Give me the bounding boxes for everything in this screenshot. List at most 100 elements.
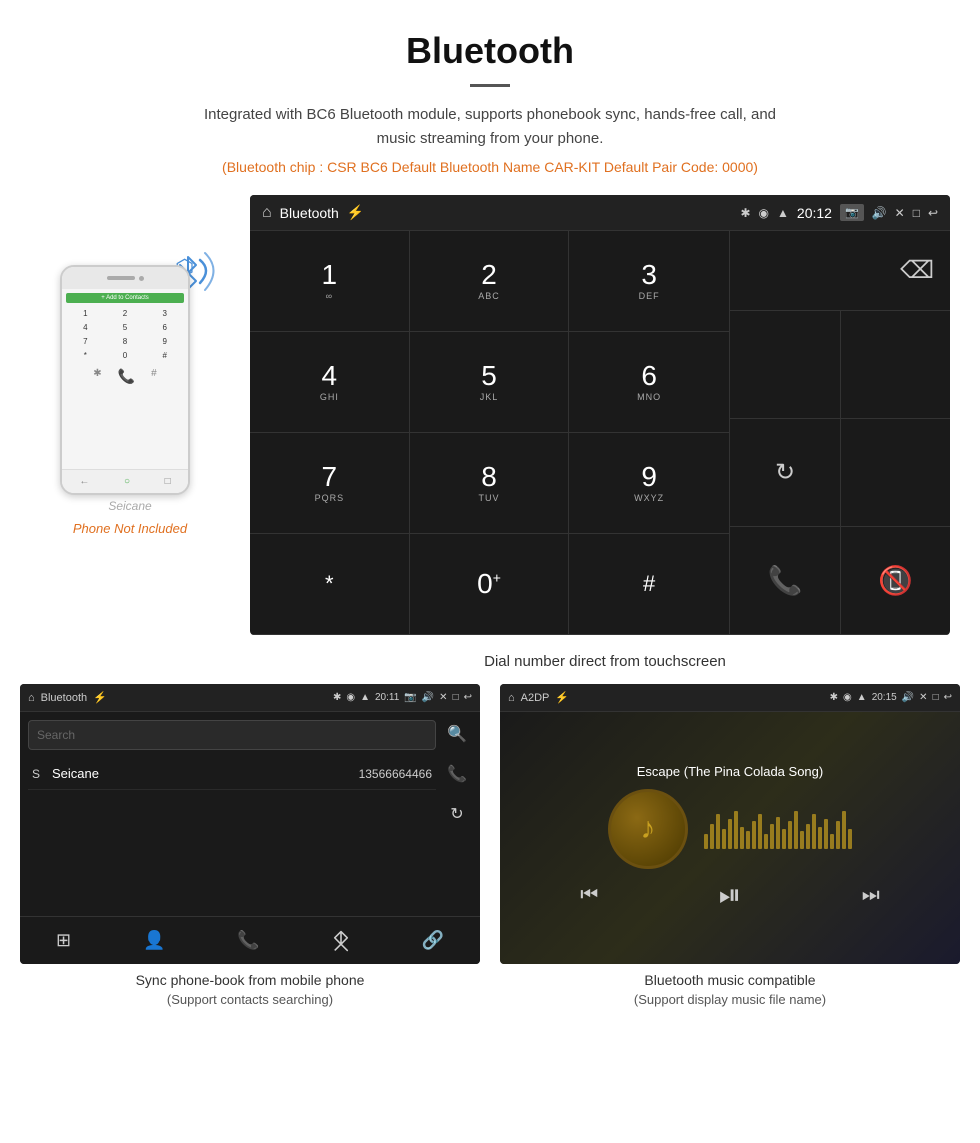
next-button[interactable]: ⏭ <box>862 884 880 907</box>
reload-action-icon[interactable]: ↻ <box>450 804 463 824</box>
phonebook-bt-bottom-icon[interactable] <box>332 930 350 952</box>
music-bar <box>800 831 804 849</box>
music-vol-icon[interactable]: 🔊 <box>902 692 914 703</box>
dialer-keypad: 1 ∞ 2 ABC 3 DEF 4 GHI <box>250 231 730 635</box>
music-bar <box>836 821 840 849</box>
home-icon[interactable]: ⌂ <box>262 204 272 222</box>
contact-letter: S <box>32 767 46 781</box>
screen-icon[interactable]: □ <box>913 206 920 220</box>
seicane-watermark: Seicane <box>108 499 151 513</box>
call-action-icon[interactable]: 📞 <box>447 764 467 784</box>
play-pause-button[interactable]: ⏯ <box>719 879 741 912</box>
phone-mockup: ⬡ + Add to Contacts <box>50 235 210 495</box>
close-icon[interactable]: ✕ <box>895 206 905 220</box>
dial-key-3[interactable]: 3 DEF <box>569 231 729 332</box>
phone-key-2: 2 <box>106 307 145 320</box>
dial-key-7[interactable]: 7 PQRS <box>250 433 410 534</box>
phonebook-caption: Sync phone-book from mobile phone <box>20 964 480 992</box>
phonebook-contacts-icon[interactable]: 👤 <box>143 930 165 951</box>
music-bar <box>812 814 816 849</box>
page-description: Integrated with BC6 Bluetooth module, su… <box>190 103 790 151</box>
dial-caption: Dial number direct from touchscreen <box>230 645 980 684</box>
call-button-red[interactable]: 📵 <box>840 527 950 635</box>
dial-key-4[interactable]: 4 GHI <box>250 332 410 433</box>
phone-keypad: 1 2 3 4 5 6 7 8 9 * 0 # <box>66 307 184 362</box>
music-location-icon: ◉ <box>843 692 852 703</box>
phone-key-7: 7 <box>66 335 105 348</box>
contact-row[interactable]: S Seicane 13566664466 <box>28 758 436 790</box>
music-bar <box>758 814 762 849</box>
status-title: Bluetooth <box>280 205 339 221</box>
reload-icon: ↻ <box>775 458 795 487</box>
music-screen: ⌂ A2DP ⚡ ✱ ◉ ▲ 20:15 🔊 ✕ □ ↩ Escape (The… <box>500 684 960 964</box>
music-bar <box>752 821 756 849</box>
phonebook-link-icon[interactable]: 🔗 <box>422 930 444 951</box>
phonebook-phone-icon[interactable]: 📞 <box>237 930 259 951</box>
music-caption: Bluetooth music compatible <box>500 964 960 992</box>
search-action-icon[interactable]: 🔍 <box>447 724 467 744</box>
dialer-right-buttons: ↻ 📞 📵 <box>730 311 950 635</box>
car-status-bar: ⌂ Bluetooth ⚡ ✱ ◉ ▲ 20:12 📷 🔊 ✕ □ ↩ <box>250 195 950 231</box>
phonebook-volume-icon[interactable]: 🔊 <box>422 692 434 703</box>
phonebook-camera-icon[interactable]: 📷 <box>404 692 416 703</box>
phone-column: ⬡ + Add to Contacts <box>20 195 240 536</box>
contact-number: 13566664466 <box>359 767 432 781</box>
dial-key-hash[interactable]: # <box>569 534 729 635</box>
dial-key-5[interactable]: 5 JKL <box>410 332 570 433</box>
phonebook-usb-icon: ⚡ <box>93 691 107 704</box>
music-bar <box>710 824 714 849</box>
dial-key-0[interactable]: 0+ <box>410 534 570 635</box>
dial-key-1[interactable]: 1 ∞ <box>250 231 410 332</box>
volume-icon[interactable]: 🔊 <box>872 206 887 220</box>
bluetooth-status-icon: ✱ <box>740 206 750 220</box>
phonebook-grid-icon[interactable]: ⊞ <box>56 930 71 951</box>
music-bar <box>746 831 750 849</box>
music-back-icon[interactable]: ↩ <box>944 692 952 703</box>
music-close-icon[interactable]: ✕ <box>919 692 927 703</box>
phonebook-body: Search S Seicane 13566664466 🔍 📞 ↻ <box>20 712 480 832</box>
music-bar <box>716 814 720 849</box>
back-icon[interactable]: ↩ <box>928 206 938 220</box>
music-bar <box>770 824 774 849</box>
location-icon: ◉ <box>759 206 769 220</box>
signal-icon: ▲ <box>777 206 789 220</box>
music-title-status: A2DP <box>521 692 550 704</box>
phonebook-actions: 🔍 📞 ↻ <box>442 720 472 824</box>
music-home-icon[interactable]: ⌂ <box>508 692 515 704</box>
phone-key-1: 1 <box>66 307 105 320</box>
music-status-left: ⌂ A2DP ⚡ <box>508 691 569 704</box>
dial-key-star[interactable]: * <box>250 534 410 635</box>
call-button-green[interactable]: 📞 <box>730 527 840 635</box>
usb-icon: ⚡ <box>347 204 364 221</box>
dial-key-2[interactable]: 2 ABC <box>410 231 570 332</box>
search-bar[interactable]: Search <box>28 720 436 750</box>
music-bar <box>818 827 822 849</box>
phone-key-8: 8 <box>106 335 145 348</box>
reload-button[interactable]: ↻ <box>730 419 840 527</box>
music-time: 20:15 <box>872 692 897 703</box>
dial-key-9[interactable]: 9 WXYZ <box>569 433 729 534</box>
dial-key-6[interactable]: 6 MNO <box>569 332 729 433</box>
phone-key-3: 3 <box>145 307 184 320</box>
music-screen-icon[interactable]: □ <box>933 692 939 703</box>
music-signal-icon: ▲ <box>857 692 867 703</box>
camera-icon[interactable]: 📷 <box>840 204 864 221</box>
phonebook-home-icon[interactable]: ⌂ <box>28 692 35 704</box>
phonebook-screen-icon[interactable]: □ <box>453 692 459 703</box>
music-bar <box>806 824 810 849</box>
bottom-screenshots: ⌂ Bluetooth ⚡ ✱ ◉ ▲ 20:11 📷 🔊 ✕ □ ↩ <box>0 684 980 1031</box>
music-visualization <box>704 809 852 849</box>
music-bar <box>830 834 834 849</box>
dialer-area: 1 ∞ 2 ABC 3 DEF 4 GHI <box>250 231 950 635</box>
phonebook-location-icon: ◉ <box>346 692 355 703</box>
phone-body: + Add to Contacts 1 2 3 4 5 6 7 8 9 * 0 … <box>60 265 190 495</box>
dialer-right-panel: ⌫ ↻ 📞 <box>730 231 950 635</box>
prev-button[interactable]: ⏮ <box>580 884 598 907</box>
phonebook-close-icon[interactable]: ✕ <box>439 692 447 703</box>
music-bt-icon: ✱ <box>830 692 838 703</box>
phone-action-bar: ← ○ □ <box>62 469 188 493</box>
dial-key-8[interactable]: 8 TUV <box>410 433 570 534</box>
phonebook-back-icon[interactable]: ↩ <box>464 692 472 703</box>
backspace-button[interactable]: ⌫ <box>900 256 934 285</box>
music-controls: ⏮ ⏯ ⏭ <box>500 879 960 912</box>
